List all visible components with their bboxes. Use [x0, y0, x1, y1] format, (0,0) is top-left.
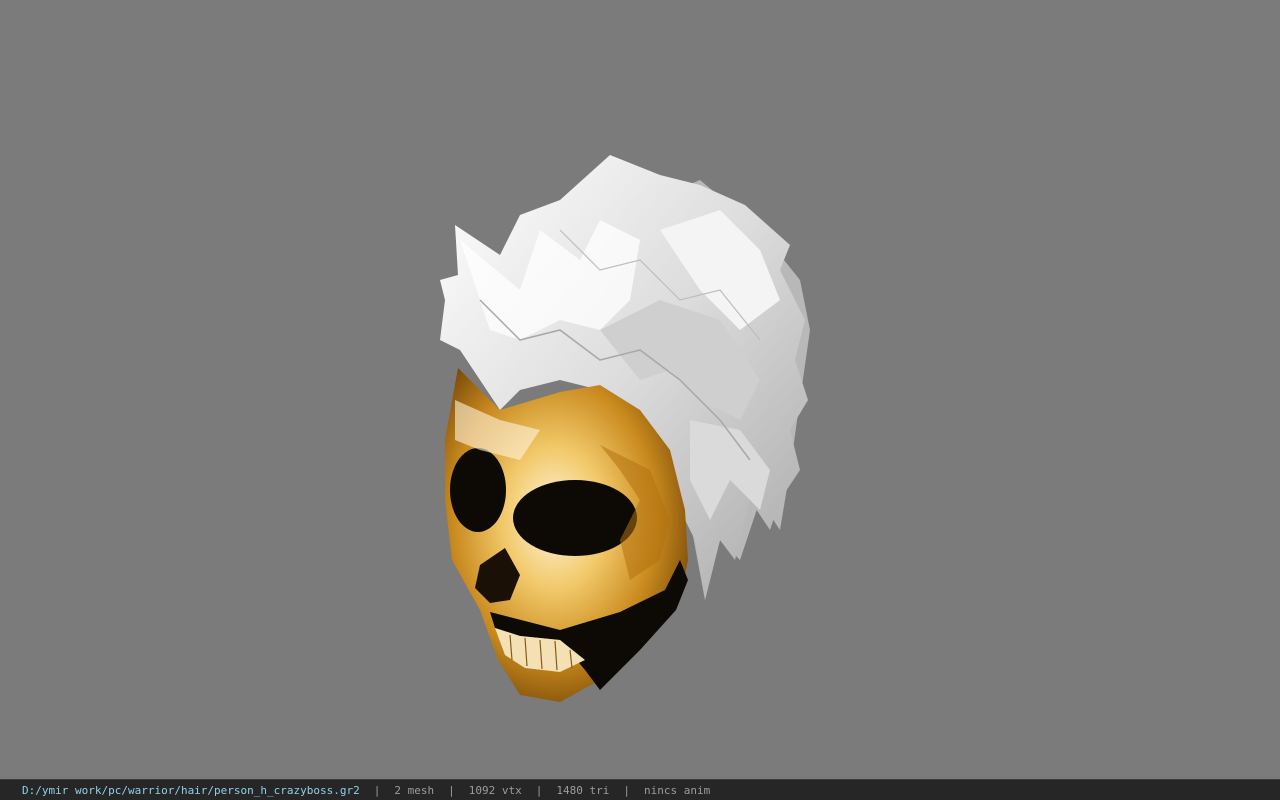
animation-status-label: nincs anim	[643, 783, 711, 797]
3d-viewport[interactable]	[0, 0, 1280, 779]
file-path-label: D:/ymir work/pc/warrior/hair/person_h_cr…	[22, 783, 360, 797]
vertex-count-label: 1092 vtx	[468, 783, 522, 797]
status-separator: |	[373, 783, 381, 797]
mesh-count-label: 2 mesh	[394, 783, 435, 797]
model-preview[interactable]	[0, 0, 1280, 779]
triangle-count-label: 1480 tri	[556, 783, 610, 797]
status-separator: |	[535, 783, 543, 797]
status-bar: D:/ymir work/pc/warrior/hair/person_h_cr…	[0, 779, 1280, 800]
status-separator: |	[448, 783, 455, 797]
status-separator: |	[623, 783, 630, 797]
